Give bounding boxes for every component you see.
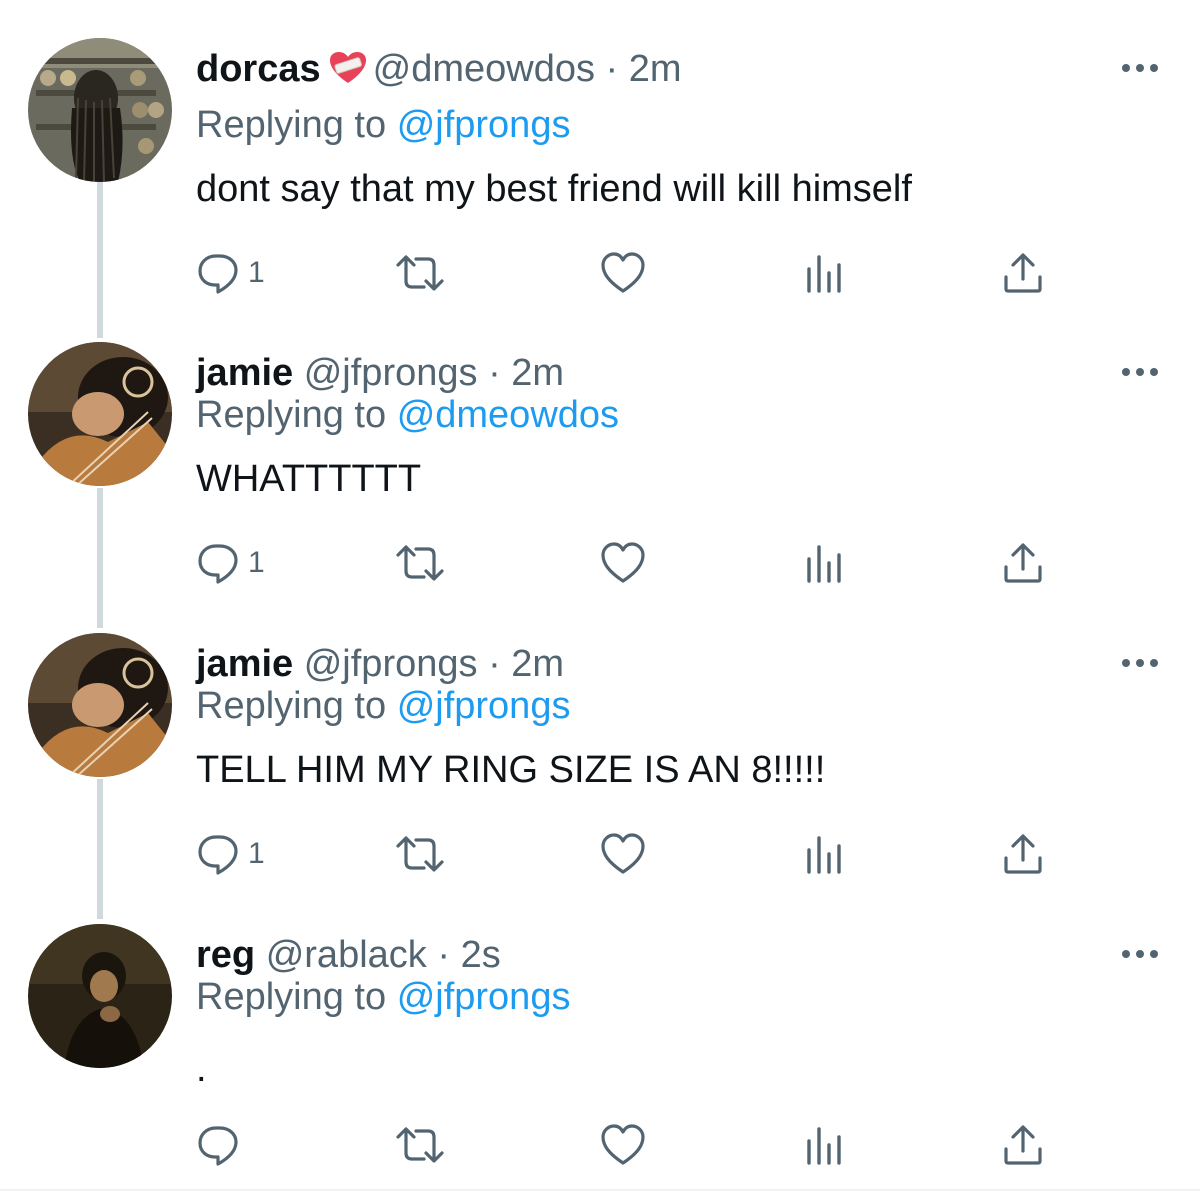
like-button[interactable] [600,538,646,588]
replying-to: Replying to @jfprongs [196,681,570,731]
timestamp[interactable]: 2m [511,352,564,394]
like-icon [601,252,645,293]
handle[interactable]: @jfprongs [304,643,478,685]
reply-icon [198,835,238,875]
avatar[interactable] [28,924,172,1068]
mention-link[interactable]: @jfprongs [397,976,571,1018]
retweet-button[interactable] [394,1120,446,1170]
avatar[interactable] [28,38,172,182]
reply-icon [198,254,238,294]
retweet-button[interactable] [394,538,446,588]
replying-label: Replying to [196,394,387,436]
like-button[interactable] [600,1120,646,1170]
timestamp[interactable]: 2m [629,48,682,90]
retweet-icon [396,836,444,872]
separator: · [605,48,619,90]
separator: · [488,352,501,394]
reply-count: 1 [248,256,265,289]
views-icon [807,545,841,583]
views-button[interactable] [804,248,844,298]
avatar-image [28,38,172,182]
reply-icon [198,544,238,584]
avatar[interactable] [28,342,172,486]
like-icon [601,542,645,583]
retweet-icon [396,545,444,581]
more-icon[interactable] [1118,56,1162,80]
more-icon[interactable] [1118,360,1162,384]
views-icon [807,1127,841,1165]
reply-count: 1 [248,546,265,579]
action-bar [196,1120,1056,1170]
handle[interactable]: @dmeowdos [373,48,595,90]
share-icon [1004,834,1042,874]
tweet[interactable]: reg @rablack · 2s Replying to @jfprongs … [0,924,1200,1191]
mending-heart-icon [329,48,367,98]
share-button[interactable] [1002,1120,1044,1170]
retweet-icon [396,255,444,291]
tweet-text: . [196,1048,207,1090]
reply-button[interactable]: 1 [196,538,265,588]
reply-button[interactable]: 1 [196,248,265,298]
timestamp[interactable]: 2m [511,643,564,685]
views-button[interactable] [804,538,844,588]
avatar-image [28,924,172,1068]
reply-button[interactable] [196,1120,248,1170]
share-button[interactable] [1002,829,1044,879]
reply-icon [198,1126,238,1166]
replying-label: Replying to [196,685,387,727]
tweet-header: dorcas @dmeowdos · 2m [196,44,682,94]
action-bar: 1 [196,829,1056,879]
reply-button[interactable]: 1 [196,829,265,879]
replying-label: Replying to [196,104,387,146]
mention-link[interactable]: @jfprongs [397,104,571,146]
display-name[interactable]: jamie [196,643,293,685]
tweet[interactable]: jamie @jfprongs · 2m Replying to @jfpron… [0,633,1200,923]
views-icon [807,836,841,874]
reply-count: 1 [248,837,265,870]
separator: · [437,934,450,976]
separator: · [488,643,501,685]
share-button[interactable] [1002,248,1044,298]
replying-to: Replying to @jfprongs [196,972,570,1022]
tweet-text: dont say that my best friend will kill h… [196,168,912,210]
tweet-text: WHATTTTTT [196,458,422,500]
mention-link[interactable]: @jfprongs [397,685,571,727]
share-icon [1004,253,1042,293]
share-button[interactable] [1002,538,1044,588]
views-button[interactable] [804,829,844,879]
like-button[interactable] [600,829,646,879]
tweet-text: TELL HIM MY RING SIZE IS AN 8!!!!! [196,749,826,791]
timestamp[interactable]: 2s [461,934,501,976]
tweet[interactable]: jamie @jfprongs · 2m Replying to @dmeowd… [0,342,1200,632]
retweet-button[interactable] [394,248,446,298]
handle[interactable]: @jfprongs [304,352,478,394]
retweet-icon [396,1127,444,1163]
mention-link[interactable]: @dmeowdos [397,394,619,436]
display-name[interactable]: reg [196,934,255,976]
display-name[interactable]: dorcas [196,48,321,90]
replying-label: Replying to [196,976,387,1018]
share-icon [1004,543,1042,583]
tweet[interactable]: dorcas @dmeowdos · 2m Replying to @jfpron… [0,38,1200,328]
display-name[interactable]: jamie [196,352,293,394]
handle[interactable]: @rablack [266,934,427,976]
avatar-image [28,342,172,486]
retweet-button[interactable] [394,829,446,879]
avatar[interactable] [28,633,172,777]
replying-to: Replying to @dmeowdos [196,390,619,440]
action-bar: 1 [196,538,1056,588]
like-button[interactable] [600,248,646,298]
replying-to: Replying to @jfprongs [196,100,570,150]
avatar-image [28,633,172,777]
more-icon[interactable] [1118,651,1162,675]
like-icon [601,833,645,874]
more-icon[interactable] [1118,942,1162,966]
views-icon [807,255,841,293]
views-button[interactable] [804,1120,844,1170]
action-bar: 1 [196,248,1056,298]
share-icon [1004,1125,1042,1165]
like-icon [601,1124,645,1165]
